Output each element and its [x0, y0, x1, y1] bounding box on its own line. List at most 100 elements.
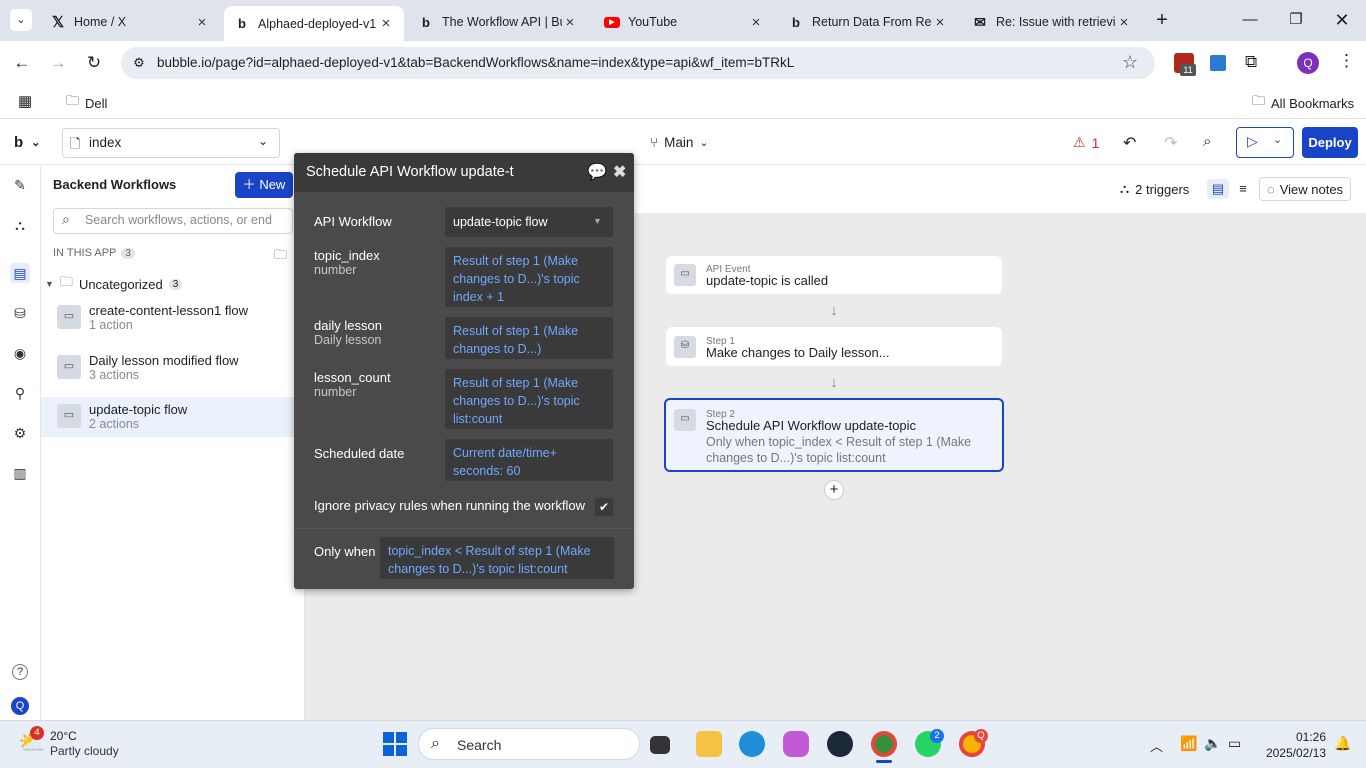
weather-widget[interactable]: ⛅ 4 20°C Partly cloudy: [16, 726, 146, 762]
api-workflow-icon: ▭: [674, 409, 696, 431]
volume-icon[interactable]: 🔈: [1204, 735, 1221, 752]
only-when-label: Only when: [314, 544, 376, 559]
close-icon[interactable]: ×: [932, 14, 948, 31]
workflow-icon[interactable]: ⛬: [10, 215, 30, 235]
clock[interactable]: 01:26 2025/02/13: [1262, 729, 1326, 761]
site-info-icon[interactable]: ⚙: [130, 54, 148, 72]
profile-avatar[interactable]: Q: [1297, 52, 1319, 74]
branch-icon: ⑂: [650, 135, 659, 150]
close-icon[interactable]: ×: [562, 14, 578, 31]
workflow-item[interactable]: ▭ create-content-lesson1 flow 1 action: [41, 298, 305, 338]
tab-search-button[interactable]: ⌄: [10, 9, 32, 31]
privacy-checkbox[interactable]: ✔: [595, 498, 613, 516]
search-icon: ⌕: [62, 211, 70, 227]
tab-alphaed[interactable]: b Alphaed-deployed-v1 ×: [224, 6, 404, 41]
param-value-topic-index[interactable]: Result of step 1 (Make changes to D...)'…: [445, 247, 613, 307]
close-icon[interactable]: ×: [748, 14, 764, 31]
folder-uncategorized[interactable]: ▼ 🗀 Uncategorized 3: [45, 273, 183, 295]
youtube-icon: ▶: [604, 14, 620, 30]
back-icon[interactable]: ←: [9, 50, 35, 76]
param-type: number: [314, 263, 357, 277]
preview-button[interactable]: ▷ ⌄: [1236, 127, 1294, 158]
undo-icon[interactable]: ↶: [1123, 133, 1136, 153]
file-explorer-icon[interactable]: [696, 731, 722, 757]
user-avatar[interactable]: Q: [11, 697, 29, 715]
caret-down-icon: ▼: [593, 216, 602, 226]
folder-icon: 🗀: [66, 93, 80, 108]
tab-return-data[interactable]: b Return Data From Re ×: [778, 6, 958, 38]
tab-gmail[interactable]: ✉ Re: Issue with retrievi ×: [962, 6, 1142, 38]
close-icon[interactable]: ✖: [613, 162, 626, 182]
styles-icon[interactable]: ◉: [10, 343, 30, 363]
active-app-indicator: [876, 760, 892, 763]
taskbar-search[interactable]: ⌕ Search: [418, 728, 640, 760]
list-view-toggle[interactable]: ≡: [1232, 179, 1254, 199]
triggers-count[interactable]: ⛬ 2 triggers: [1120, 181, 1189, 197]
apps-grid-icon[interactable]: ▦: [18, 92, 32, 110]
workflow-item-selected[interactable]: ▭ update-topic flow 2 actions: [41, 397, 305, 437]
close-icon[interactable]: ×: [1116, 14, 1132, 31]
step2-card[interactable]: ▭ Step 2 Schedule API Workflow update-to…: [664, 398, 1004, 472]
copilot-icon[interactable]: [783, 731, 809, 757]
plugins-icon[interactable]: ⚲: [10, 383, 30, 403]
search-icon[interactable]: ⌕: [1203, 133, 1211, 150]
book-extension-icon[interactable]: [1210, 55, 1226, 71]
minimize-icon[interactable]: —: [1230, 8, 1270, 32]
plus-icon: ＋: [242, 177, 256, 192]
design-icon[interactable]: ✎: [10, 175, 30, 195]
chrome-icon[interactable]: [871, 731, 897, 757]
reload-icon[interactable]: ↻: [81, 50, 107, 76]
url-text[interactable]: bubble.io/page?id=alphaed-deployed-v1&ta…: [157, 55, 794, 70]
tab-home-x[interactable]: 𝕏 Home / X ×: [40, 6, 220, 38]
wifi-icon[interactable]: 📶: [1180, 735, 1197, 752]
tray-chevron-icon[interactable]: ︿: [1150, 736, 1163, 755]
deploy-button[interactable]: Deploy: [1302, 127, 1358, 158]
data-icon[interactable]: ⛁: [10, 303, 30, 323]
browser-menu-icon[interactable]: ⋮: [1338, 51, 1355, 71]
notification-icon[interactable]: 🔔: [1334, 735, 1351, 752]
puzzle-icon[interactable]: ⧉: [1245, 52, 1257, 72]
only-when-value[interactable]: topic_index < Result of step 1 (Make cha…: [380, 537, 614, 579]
extension-badge: 11: [1180, 64, 1196, 76]
task-view-icon[interactable]: [650, 736, 670, 754]
scheduled-date-value[interactable]: Current date/time+ seconds: 60: [445, 439, 613, 481]
all-bookmarks[interactable]: 🗀 All Bookmarks: [1252, 92, 1354, 114]
event-card[interactable]: ▭ API Event update-topic is called: [666, 256, 1002, 294]
start-button[interactable]: [383, 732, 407, 756]
help-icon[interactable]: ?: [12, 664, 28, 680]
comment-icon[interactable]: 💬: [587, 162, 607, 182]
bookmark-folder-dell[interactable]: 🗀 Dell: [66, 92, 107, 114]
forward-icon[interactable]: →: [45, 50, 71, 76]
workflow-item[interactable]: ▭ Daily lesson modified flow 3 actions: [41, 348, 305, 388]
bookmarks-bar: [0, 85, 1366, 119]
left-rail: [0, 166, 41, 720]
new-folder-icon[interactable]: 🗀: [274, 246, 287, 268]
bubble-logo-menu[interactable]: b ⌄: [14, 134, 40, 151]
tab-youtube[interactable]: ▶ YouTube ×: [594, 6, 774, 38]
view-notes-button[interactable]: ◌ View notes: [1259, 177, 1351, 201]
settings-icon[interactable]: ⚙: [10, 423, 30, 443]
step1-card[interactable]: ⛁ Step 1 Make changes to Daily lesson...: [666, 327, 1002, 366]
tab-workflow-api[interactable]: b The Workflow API | Bu ×: [408, 6, 588, 38]
canvas-view-toggle[interactable]: ▤: [1207, 179, 1229, 199]
x-logo-icon: 𝕏: [51, 14, 65, 31]
redo-icon[interactable]: ↷: [1164, 133, 1177, 153]
close-icon[interactable]: ×: [378, 15, 394, 32]
api-workflow-dropdown[interactable]: update-topic flow ▼: [445, 207, 613, 237]
window-close-icon[interactable]: ✕: [1322, 8, 1362, 32]
issues-indicator[interactable]: ⚠ 1: [1073, 134, 1099, 151]
new-workflow-button[interactable]: ＋ New: [235, 172, 293, 198]
backend-workflows-icon[interactable]: ▤: [10, 263, 30, 283]
restore-icon[interactable]: ❐: [1276, 8, 1316, 32]
param-value-lesson-count[interactable]: Result of step 1 (Make changes to D...)'…: [445, 369, 613, 429]
add-step-button[interactable]: +: [824, 480, 844, 500]
param-value-daily-lesson[interactable]: Result of step 1 (Make changes to D...): [445, 317, 613, 359]
bookmark-star-icon[interactable]: ☆: [1122, 52, 1138, 73]
edge-icon[interactable]: [739, 731, 765, 757]
steam-icon[interactable]: [827, 731, 853, 757]
logs-icon[interactable]: ▥: [10, 463, 30, 483]
battery-icon[interactable]: ▭: [1228, 735, 1241, 752]
branch-selector[interactable]: ⑂ Main ⌄: [650, 135, 709, 150]
new-tab-button[interactable]: +: [1150, 8, 1174, 32]
close-icon[interactable]: ×: [194, 14, 210, 31]
